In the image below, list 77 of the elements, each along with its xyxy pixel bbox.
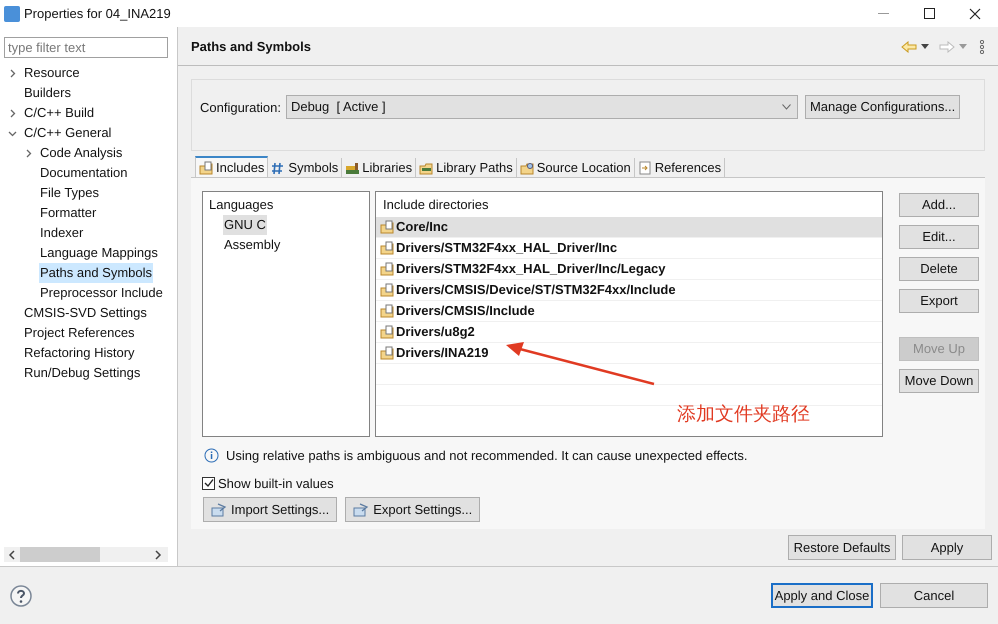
include-row[interactable]: Drivers/CMSIS/Device/ST/STM32F4xx/Include	[376, 280, 882, 301]
app-icon	[4, 6, 20, 22]
collapsed-chevron-icon[interactable]	[8, 108, 17, 118]
checkbox[interactable]	[202, 476, 215, 490]
expanded-chevron-icon[interactable]	[8, 128, 17, 138]
tree-item[interactable]: Language Mappings	[39, 243, 159, 263]
folder-icon	[199, 160, 213, 174]
list-action-button[interactable]: Move Down	[899, 369, 979, 393]
folder-icon	[520, 160, 534, 174]
language-item[interactable]: GNU C	[223, 215, 267, 235]
cancel-button[interactable]: Cancel	[880, 583, 988, 608]
hash-icon	[271, 160, 286, 174]
include-row[interactable]: Drivers/STM32F4xx_HAL_Driver/Inc/Legacy	[376, 259, 882, 280]
language-item[interactable]: Assembly	[223, 235, 282, 255]
include-row[interactable]: Drivers/u8g2	[376, 322, 882, 343]
page-title: Paths and Symbols	[191, 38, 311, 56]
configuration-label: Configuration:	[200, 99, 281, 117]
export-settings-button[interactable]: Export Settings...	[345, 497, 480, 522]
checkbox-label[interactable]: Show built-in values	[218, 474, 334, 493]
tree-item[interactable]: Preprocessor Include	[39, 283, 164, 303]
tree-item[interactable]: Formatter	[39, 203, 98, 223]
tree-item[interactable]: Paths and Symbols	[39, 263, 154, 283]
horizontal-scrollbar[interactable]	[4, 547, 168, 562]
include-row[interactable]: Core/Inc	[376, 217, 882, 238]
settings-transfer-icon	[211, 502, 227, 516]
configuration-dropdown[interactable]: Debug [ Active ]	[286, 95, 798, 119]
apply-button[interactable]: Apply	[902, 535, 992, 560]
tree-item[interactable]: Refactoring History	[23, 343, 136, 363]
list-action-button[interactable]: Edit...	[899, 225, 979, 249]
tree-item[interactable]: C/C++ General	[23, 123, 112, 143]
window-title: Properties for 04_INA219	[24, 4, 171, 23]
maximize-icon	[924, 8, 934, 19]
books-icon	[345, 160, 360, 174]
folder-icon	[380, 324, 395, 340]
collapsed-chevron-icon[interactable]	[24, 148, 33, 158]
annotation-text: 添加文件夹路径	[677, 402, 810, 427]
dropdown-caret-icon[interactable]	[921, 44, 929, 49]
tree-item[interactable]: File Types	[39, 183, 100, 203]
tree-item[interactable]: C/C++ Build	[23, 103, 96, 123]
more-options-icon[interactable]	[979, 40, 985, 54]
tab[interactable]: Includes	[195, 156, 268, 177]
folder-icon	[380, 262, 395, 276]
tree-item[interactable]: Documentation	[39, 163, 128, 183]
list-header: Include directories	[383, 196, 490, 214]
tree-item[interactable]: Builders	[23, 83, 72, 103]
minimize-icon	[878, 13, 888, 14]
folder-icon	[380, 240, 395, 256]
collapsed-chevron-icon[interactable]	[8, 68, 17, 78]
help-icon[interactable]	[10, 584, 32, 606]
dropdown-chevron-icon	[782, 104, 791, 110]
document-icon	[638, 160, 652, 174]
restore-defaults-button[interactable]: Restore Defaults	[788, 535, 896, 560]
tree-item[interactable]: Run/Debug Settings	[23, 363, 142, 383]
include-row[interactable]: Drivers/CMSIS/Include	[376, 301, 882, 322]
list-action-button[interactable]: Add...	[899, 193, 979, 217]
tree-item[interactable]: Resource	[23, 63, 81, 83]
manage-configurations-button[interactable]: Manage Configurations...	[804, 95, 960, 119]
settings-transfer-icon	[353, 502, 370, 516]
folder-icon	[380, 346, 395, 360]
folder-icon	[380, 304, 395, 318]
folder-icon	[380, 282, 395, 298]
tree-item[interactable]: Indexer	[39, 223, 84, 243]
folder-icon	[419, 160, 434, 174]
close-icon	[969, 8, 981, 20]
apply-and-close-button[interactable]: Apply and Close	[771, 583, 873, 608]
tree-item[interactable]: CMSIS-SVD Settings	[23, 303, 148, 323]
import-settings-button[interactable]: Import Settings...	[203, 497, 338, 522]
tree-item[interactable]: Code Analysis	[39, 143, 124, 163]
list-action-button[interactable]: Delete	[899, 257, 979, 281]
folder-icon	[380, 220, 395, 234]
include-row[interactable]: Drivers/STM32F4xx_HAL_Driver/Inc	[376, 238, 882, 259]
list-action-button[interactable]: Export	[899, 289, 979, 313]
tree-item[interactable]: Project References	[23, 323, 136, 343]
info-icon	[204, 448, 219, 464]
list-header: Languages	[209, 196, 274, 214]
filter-field[interactable]: type filter text	[4, 37, 168, 58]
info-message: Using relative paths is ambiguous and not recommended. It can cause unexpected effects.	[226, 447, 748, 465]
